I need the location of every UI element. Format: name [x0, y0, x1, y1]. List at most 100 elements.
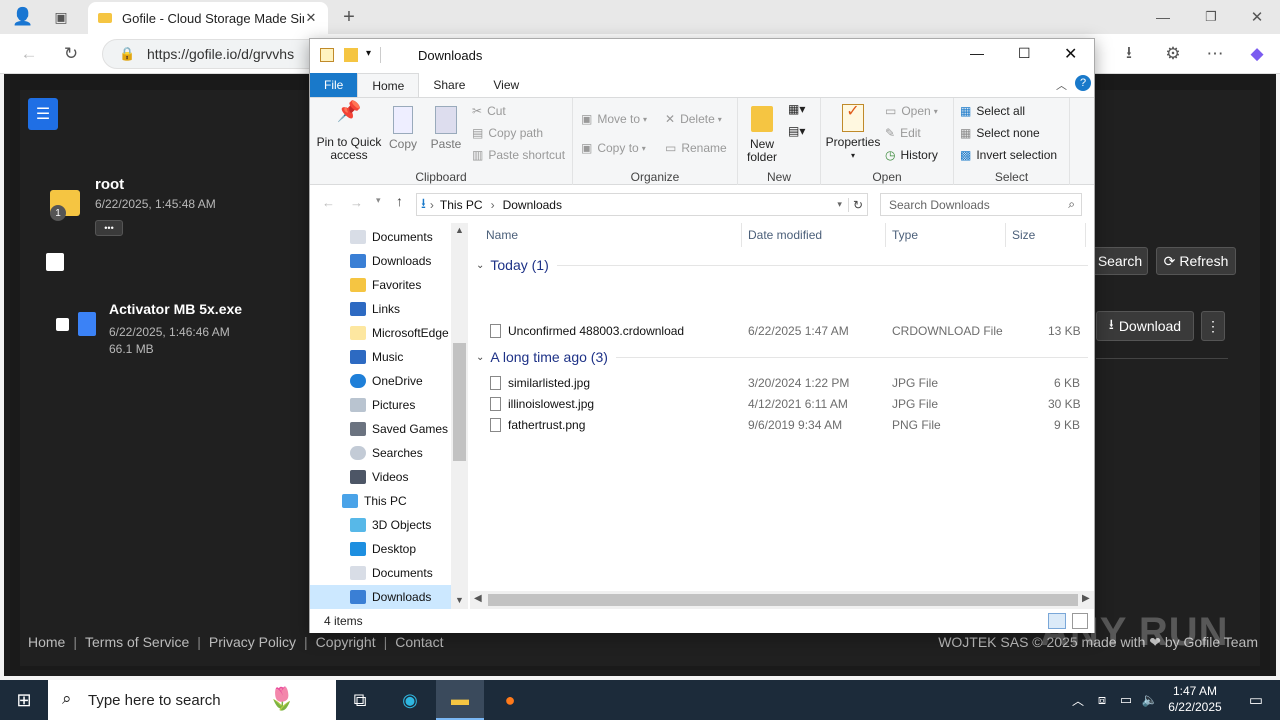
address-history-icon[interactable]: ▾ — [837, 199, 842, 210]
column-type[interactable]: Type — [886, 223, 1006, 247]
move-to-button[interactable]: ▣ Move to ▾ — [581, 112, 647, 126]
explorer-minimize-icon[interactable]: — — [970, 45, 984, 61]
display-icon[interactable]: ▭ — [1114, 680, 1138, 720]
table-row[interactable]: similarlisted.jpg 3/20/2024 1:22 PM JPG … — [480, 373, 1090, 394]
new-folder-quick-icon[interactable] — [344, 48, 358, 62]
explorer-close-icon[interactable]: ✕ — [1064, 44, 1077, 64]
help-icon[interactable]: ? — [1075, 75, 1091, 91]
collapse-ribbon-icon[interactable]: ︿ — [1056, 77, 1067, 93]
paste-shortcut-button[interactable]: ▥ Paste shortcut — [472, 148, 565, 162]
nav-item-onedrive[interactable]: OneDrive — [310, 369, 452, 393]
task-view-icon[interactable]: ⧉ — [336, 680, 384, 720]
menu-button[interactable]: ☰ — [28, 98, 58, 130]
edit-button[interactable]: ✎ Edit — [885, 126, 921, 140]
nav-item-searches[interactable]: Searches — [310, 441, 452, 465]
network-status-icon[interactable]: ⧈ — [1090, 680, 1114, 720]
nav-item-documents[interactable]: Documents — [310, 225, 452, 249]
group-long-time-ago[interactable]: ⌄ A long time ago (3) — [476, 348, 1088, 366]
explorer-maximize-icon[interactable]: ☐ — [1018, 45, 1031, 62]
nav-item-links[interactable]: Links — [310, 297, 452, 321]
explorer-back-icon[interactable]: ← — [322, 195, 335, 210]
footer-contact-link[interactable]: Contact — [395, 634, 443, 650]
more-menu-icon[interactable]: ⋯ — [1200, 39, 1230, 69]
back-icon[interactable]: ← — [14, 39, 44, 69]
delete-button[interactable]: ✕ Delete ▾ — [665, 112, 722, 126]
footer-terms-link[interactable]: Terms of Service — [85, 634, 189, 650]
explorer-address-bar[interactable]: ⭳ › This PC › Downloads ▾ ↻ — [416, 193, 868, 216]
pin-to-quick-access-button[interactable]: 📌 Pin to Quick access — [316, 102, 382, 162]
taskbar-search-box[interactable]: ⌕ Type here to search 🌷 — [48, 680, 336, 720]
easy-access-icon[interactable]: ▤▾ — [788, 124, 805, 138]
explorer-search-box[interactable]: Search Downloads ⌕ — [880, 193, 1082, 216]
downloads-icon[interactable]: ⭳ — [1114, 39, 1144, 69]
scroll-right-icon[interactable]: ▶ — [1082, 593, 1090, 604]
tab-file[interactable]: File — [310, 73, 358, 97]
table-row[interactable]: illinoislowest.jpg 4/12/2021 6:11 AM JPG… — [480, 394, 1090, 415]
copilot-icon[interactable]: ◆ — [1242, 39, 1272, 69]
file-name[interactable]: Activator MB 5x.exe — [109, 301, 242, 317]
scroll-left-icon[interactable]: ◀ — [474, 593, 482, 604]
tab-view[interactable]: View — [479, 73, 533, 97]
search-button[interactable]: Search — [1092, 247, 1148, 275]
download-button[interactable]: ⭳ Download — [1096, 311, 1194, 341]
show-hidden-icons-icon[interactable]: ︿ — [1066, 680, 1090, 720]
file-checkbox[interactable] — [56, 318, 69, 331]
folder-more-button[interactable]: ••• — [95, 220, 123, 236]
extensions-icon[interactable]: ⚙ — [1158, 39, 1188, 69]
select-all-checkbox[interactable] — [46, 253, 64, 271]
table-row[interactable]: fathertrust.png 9/6/2019 9:34 AM PNG Fil… — [480, 415, 1090, 436]
system-clock[interactable]: 1:47 AM 6/22/2025 — [1160, 683, 1230, 717]
file-list-horizontal-scrollbar[interactable]: ◀ ▶ — [470, 591, 1094, 609]
scroll-up-icon[interactable]: ▲ — [455, 225, 464, 235]
scroll-thumb[interactable] — [488, 594, 1078, 606]
new-item-icon[interactable]: ▦▾ — [788, 102, 805, 116]
large-icons-view-icon[interactable] — [1072, 613, 1088, 629]
invert-selection-button[interactable]: ▩ Invert selection — [960, 148, 1057, 162]
nav-item-favorites[interactable]: Favorites — [310, 273, 452, 297]
address-refresh-icon[interactable]: ↻ — [847, 197, 867, 212]
explorer-forward-icon[interactable]: → — [350, 195, 363, 210]
nav-item-3d-objects[interactable]: 3D Objects — [310, 513, 452, 537]
tab-actions-icon[interactable]: ▣ — [46, 2, 76, 32]
reload-icon[interactable]: ↻ — [56, 39, 86, 69]
rename-button[interactable]: ▭ Rename — [665, 141, 727, 155]
properties-button[interactable]: ✓ Properties ▾ — [825, 104, 881, 162]
breadcrumb-downloads[interactable]: Downloads — [503, 198, 562, 212]
refresh-button[interactable]: ⟳ Refresh — [1156, 247, 1236, 275]
nav-item-desktop[interactable]: Desktop — [310, 537, 452, 561]
paste-button[interactable]: Paste — [428, 106, 464, 151]
new-tab-button[interactable]: + — [334, 2, 364, 32]
group-today[interactable]: ⌄ Today (1) — [476, 256, 1088, 274]
footer-privacy-link[interactable]: Privacy Policy — [209, 634, 296, 650]
recent-locations-icon[interactable]: ▾ — [376, 195, 381, 206]
nav-item-documents-pc[interactable]: Documents — [310, 561, 452, 585]
browser-tab[interactable]: Gofile - Cloud Storage Made Simple ✕ — [88, 2, 328, 34]
select-none-button[interactable]: ▦ Select none — [960, 126, 1040, 140]
volume-icon[interactable]: 🔈 — [1138, 680, 1162, 720]
nav-item-pictures[interactable]: Pictures — [310, 393, 452, 417]
notifications-icon[interactable]: ▭ — [1232, 680, 1280, 720]
tab-home[interactable]: Home — [357, 73, 420, 97]
minimize-window-icon[interactable]: — — [1148, 2, 1178, 32]
tab-close-icon[interactable]: ✕ — [304, 10, 318, 26]
nav-item-downloads-pc[interactable]: Downloads — [310, 585, 452, 609]
nav-item-music[interactable]: Music — [310, 345, 452, 369]
nav-item-microsoftedge[interactable]: MicrosoftEdge — [310, 321, 452, 345]
edge-browser-icon[interactable]: ◉ — [386, 680, 434, 720]
scroll-down-icon[interactable]: ▼ — [455, 595, 464, 605]
table-row[interactable]: Unconfirmed 488003.crdownload 6/22/2025 … — [480, 321, 1090, 342]
nav-item-this-pc[interactable]: This PC — [310, 489, 452, 513]
select-all-button[interactable]: ▦ Select all — [960, 104, 1025, 118]
quick-properties-icon[interactable] — [320, 48, 334, 62]
firefox-icon[interactable]: ● — [486, 680, 534, 720]
up-folder-icon[interactable]: ↑ — [396, 193, 403, 209]
file-options-button[interactable]: ⋮ — [1201, 311, 1225, 341]
copy-path-button[interactable]: ▤ Copy path — [472, 126, 543, 140]
file-explorer-taskbar-icon[interactable]: ▬ — [436, 680, 484, 720]
column-name[interactable]: Name — [480, 223, 742, 247]
profile-icon[interactable]: 👤 — [8, 2, 38, 32]
footer-home-link[interactable]: Home — [28, 634, 65, 650]
new-folder-button[interactable]: New folder — [744, 106, 780, 164]
history-button[interactable]: ◷ History — [885, 148, 938, 162]
nav-item-downloads[interactable]: Downloads — [310, 249, 452, 273]
